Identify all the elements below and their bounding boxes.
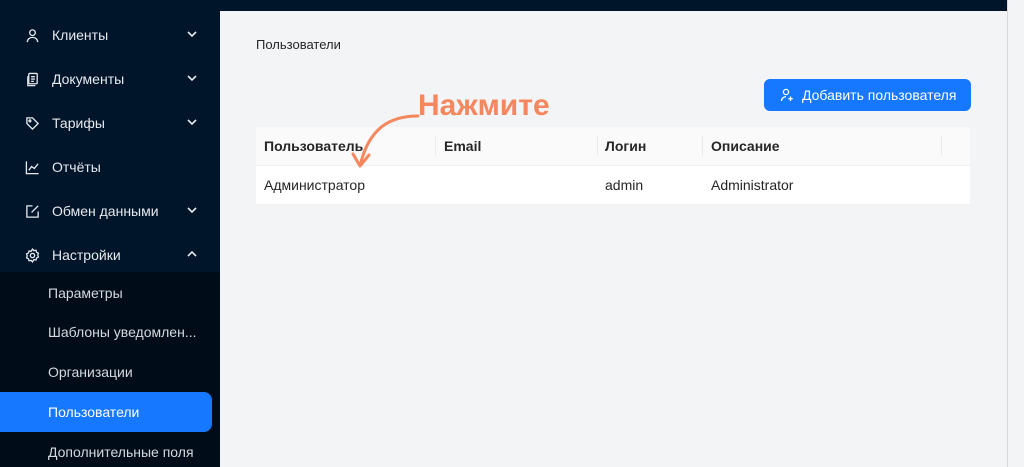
sidebar-item-settings[interactable]: Настройки — [0, 235, 220, 275]
column-divider — [435, 136, 436, 156]
sidebar-item-documents[interactable]: Документы — [0, 59, 220, 99]
edit-square-icon — [24, 203, 40, 219]
sidebar-item-label: Настройки — [52, 247, 121, 263]
column-header-email[interactable]: Email — [444, 138, 481, 154]
chevron-up-icon — [187, 250, 197, 257]
submenu-item-label: Пользователи — [48, 404, 140, 420]
sidebar-item-data-exchange[interactable]: Обмен данными — [0, 191, 220, 231]
chevron-down-icon — [187, 75, 197, 82]
tag-icon — [24, 115, 40, 131]
sidebar: Клиенты Документы Тарифы Отчёты Обмен да… — [0, 0, 220, 467]
column-header-login[interactable]: Логин — [605, 138, 646, 154]
chevron-down-icon — [187, 119, 197, 126]
cell-login: admin — [605, 177, 644, 193]
sidebar-item-label: Тарифы — [52, 115, 105, 131]
chevron-down-icon — [187, 207, 197, 214]
column-header-description[interactable]: Описание — [711, 138, 780, 154]
column-divider — [941, 136, 942, 156]
sidebar-item-clients[interactable]: Клиенты — [0, 15, 220, 55]
submenu-item-notification-templates[interactable]: Шаблоны уведомлен... — [0, 312, 220, 352]
submenu-item-label: Организации — [48, 364, 133, 380]
submenu-item-label: Шаблоны уведомлен... — [48, 324, 197, 340]
top-header — [220, 0, 1007, 11]
column-divider — [702, 136, 703, 156]
scrollbar[interactable] — [1007, 0, 1024, 467]
cell-user[interactable]: Администратор — [264, 177, 365, 193]
page-title: Пользователи — [256, 37, 341, 52]
documents-icon — [24, 71, 40, 87]
sidebar-item-tariffs[interactable]: Тарифы — [0, 103, 220, 143]
add-user-button-label: Добавить пользователя — [802, 87, 957, 103]
column-header-user[interactable]: Пользователь — [264, 138, 363, 154]
submenu-item-organizations[interactable]: Организации — [0, 352, 220, 392]
chevron-down-icon — [187, 31, 197, 38]
table-row[interactable]: Администратор admin Administrator — [256, 166, 970, 205]
annotation-arrow-icon — [351, 114, 420, 168]
line-chart-icon — [24, 159, 40, 175]
gear-icon — [24, 247, 40, 263]
sidebar-item-label: Документы — [52, 71, 125, 87]
settings-submenu: Параметры Шаблоны уведомлен... Организац… — [0, 272, 220, 467]
sidebar-item-label: Отчёты — [52, 159, 101, 175]
column-divider — [597, 136, 598, 156]
submenu-item-additional-fields[interactable]: Дополнительные поля — [0, 432, 220, 467]
submenu-item-parameters[interactable]: Параметры — [0, 273, 220, 313]
sidebar-item-label: Обмен данными — [52, 203, 159, 219]
submenu-item-label: Дополнительные поля — [48, 444, 194, 460]
cell-description: Administrator — [711, 177, 794, 193]
submenu-item-label: Параметры — [48, 285, 123, 301]
user-icon — [780, 88, 794, 102]
annotation-label: Нажмите — [418, 89, 550, 122]
sidebar-item-reports[interactable]: Отчёты — [0, 147, 220, 187]
sidebar-item-label: Клиенты — [52, 27, 109, 43]
add-user-button[interactable]: Добавить пользователя — [764, 79, 971, 111]
submenu-item-users[interactable]: Пользователи — [0, 392, 212, 432]
user-icon — [24, 27, 40, 43]
